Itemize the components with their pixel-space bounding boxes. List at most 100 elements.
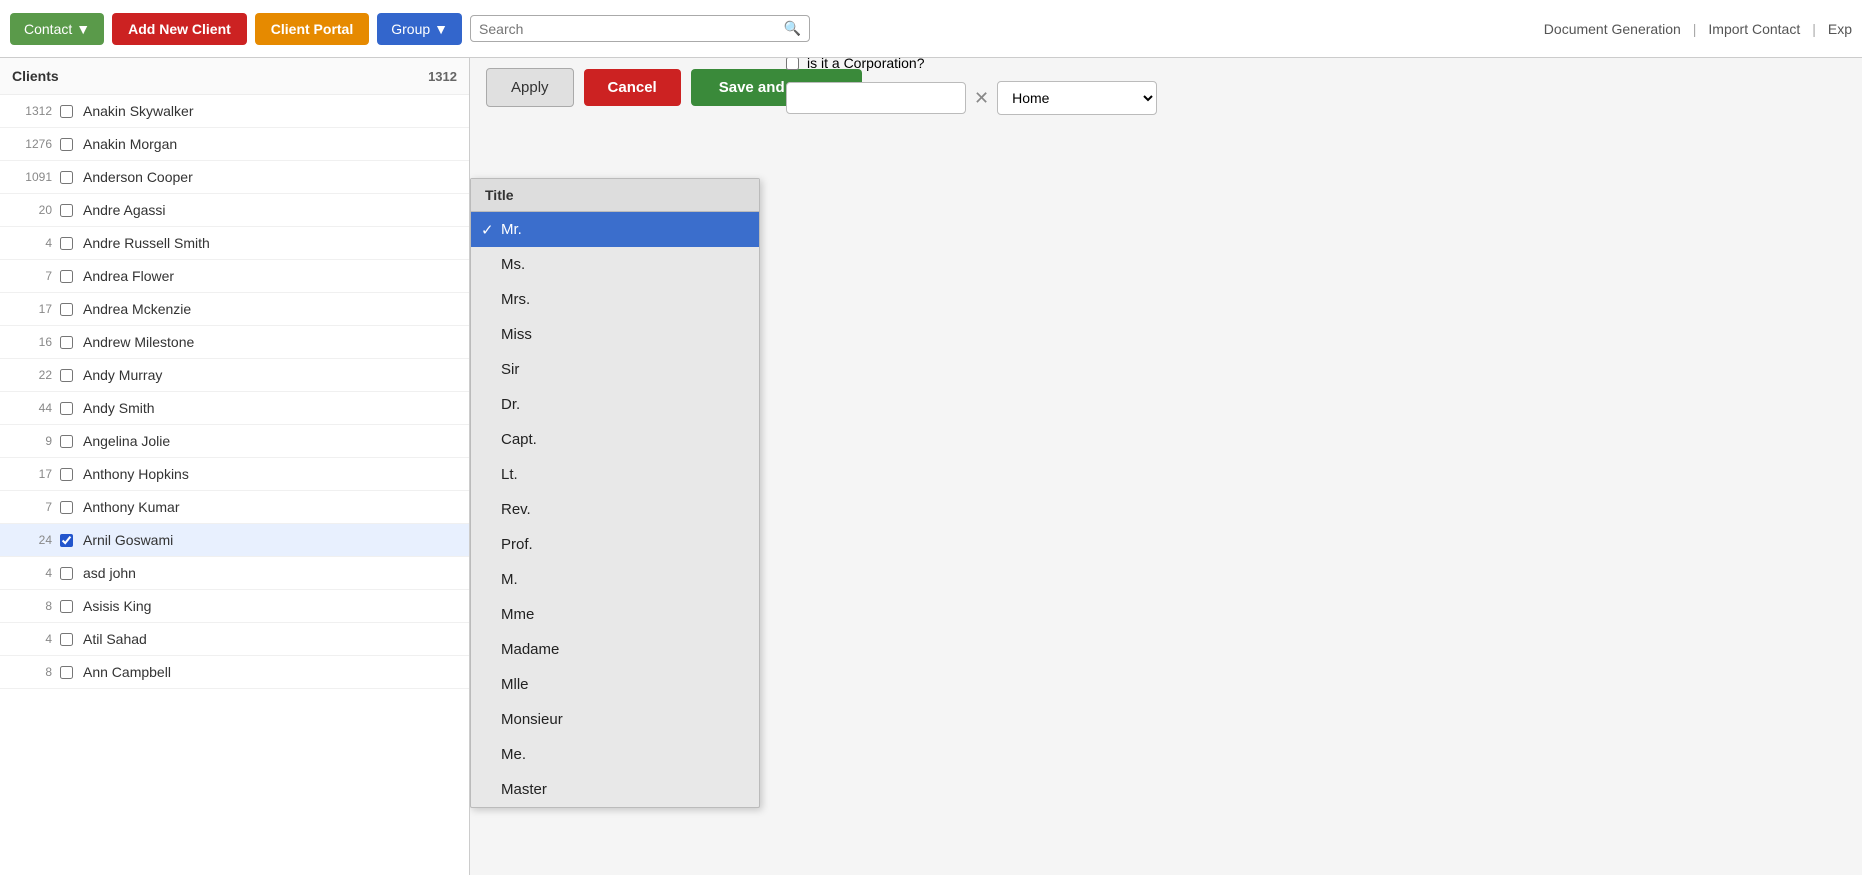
client-name: Andy Murray — [83, 367, 457, 383]
row-checkbox[interactable] — [60, 600, 73, 613]
title-option[interactable]: Mrs. — [471, 282, 759, 317]
row-number: 22 — [12, 368, 52, 382]
row-checkbox[interactable] — [60, 534, 73, 547]
client-list-count: 1312 — [428, 69, 457, 84]
title-dropdown-header: Title — [471, 179, 759, 212]
client-row[interactable]: 1091Anderson Cooper — [0, 161, 469, 194]
row-checkbox[interactable] — [60, 435, 73, 448]
client-list-title: Clients — [12, 68, 59, 84]
client-name: Andre Russell Smith — [83, 235, 457, 251]
client-row[interactable]: 4asd john — [0, 557, 469, 590]
corporation-label: is it a Corporation? — [807, 58, 925, 71]
client-name: Andre Agassi — [83, 202, 457, 218]
row-checkbox[interactable] — [60, 336, 73, 349]
name-section: Hide ▲ ✕ — [786, 58, 1846, 115]
row-number: 20 — [12, 203, 52, 217]
client-row[interactable]: 4 Andre Russell Smith — [0, 227, 469, 260]
row-checkbox[interactable] — [60, 402, 73, 415]
client-row[interactable]: 16Andrew Milestone — [0, 326, 469, 359]
apply-button[interactable]: Apply — [486, 68, 574, 107]
exp-button[interactable]: Exp — [1828, 21, 1852, 37]
search-input[interactable] — [479, 21, 778, 37]
client-row[interactable]: 9Angelina Jolie — [0, 425, 469, 458]
title-option[interactable]: Sir — [471, 352, 759, 387]
client-row[interactable]: 8Ann Campbell — [0, 656, 469, 689]
client-name: Andrea Mckenzie — [83, 301, 457, 317]
row-checkbox[interactable] — [60, 105, 73, 118]
import-contact-button[interactable]: Import Contact — [1708, 21, 1800, 37]
client-row[interactable]: 20 Andre Agassi — [0, 194, 469, 227]
client-row[interactable]: 1312Anakin Skywalker — [0, 95, 469, 128]
title-option[interactable]: Mr. — [471, 212, 759, 247]
title-option[interactable]: Dr. — [471, 387, 759, 422]
group-button[interactable]: Group ▼ — [377, 13, 462, 45]
client-row[interactable]: 17 Andrea Mckenzie — [0, 293, 469, 326]
row-checkbox[interactable] — [60, 204, 73, 217]
title-option[interactable]: Capt. — [471, 422, 759, 457]
title-option[interactable]: Mlle — [471, 667, 759, 702]
row-checkbox[interactable] — [60, 138, 73, 151]
title-option[interactable]: Prof. — [471, 527, 759, 562]
row-checkbox[interactable] — [60, 468, 73, 481]
client-name: Arnil Goswami — [83, 532, 457, 548]
corporation-row: is it a Corporation? — [786, 58, 1846, 71]
title-option[interactable]: Master — [471, 772, 759, 807]
doc-gen-button[interactable]: Document Generation — [1544, 21, 1681, 37]
client-row[interactable]: 7 Andrea Flower — [0, 260, 469, 293]
title-option[interactable]: Rev. — [471, 492, 759, 527]
title-option[interactable]: Lt. — [471, 457, 759, 492]
phone-type-select[interactable]: Home — [997, 81, 1157, 115]
row-number: 44 — [12, 401, 52, 415]
row-checkbox[interactable] — [60, 501, 73, 514]
row-checkbox[interactable] — [60, 369, 73, 382]
client-portal-button[interactable]: Client Portal — [255, 13, 369, 45]
phone-field[interactable] — [786, 82, 966, 114]
sep2: | — [1812, 21, 1816, 37]
title-option[interactable]: Mme — [471, 597, 759, 632]
row-checkbox[interactable] — [60, 237, 73, 250]
title-option[interactable]: Madame — [471, 632, 759, 667]
row-checkbox[interactable] — [60, 270, 73, 283]
title-option[interactable]: Ms. — [471, 247, 759, 282]
search-icon: 🔍 — [784, 20, 801, 37]
cancel-button[interactable]: Cancel — [584, 69, 681, 106]
row-number: 4 — [12, 236, 52, 250]
contact-button[interactable]: Contact ▼ — [10, 13, 104, 45]
client-row[interactable]: 1276Anakin Morgan — [0, 128, 469, 161]
contact-label: Contact — [24, 21, 72, 37]
client-row[interactable]: 24Arnil Goswami — [0, 524, 469, 557]
row-number: 7 — [12, 269, 52, 283]
row-checkbox[interactable] — [60, 666, 73, 679]
row-checkbox[interactable] — [60, 567, 73, 580]
corporation-checkbox[interactable] — [786, 58, 799, 70]
row-checkbox[interactable] — [60, 171, 73, 184]
title-dropdown[interactable]: Title Mr.Ms.Mrs.MissSirDr.Capt.Lt.Rev.Pr… — [470, 178, 760, 808]
client-row[interactable]: 8Asisis King — [0, 590, 469, 623]
row-number: 1312 — [12, 104, 52, 118]
add-new-client-button[interactable]: Add New Client — [112, 13, 247, 45]
title-option[interactable]: M. — [471, 562, 759, 597]
title-option[interactable]: Monsieur — [471, 702, 759, 737]
client-row[interactable]: 7Anthony Kumar — [0, 491, 469, 524]
phone-clear-button[interactable]: ✕ — [974, 88, 989, 109]
client-row[interactable]: 4Atil Sahad — [0, 623, 469, 656]
row-checkbox[interactable] — [60, 303, 73, 316]
row-number: 9 — [12, 434, 52, 448]
client-row[interactable]: 44Andy Smith — [0, 392, 469, 425]
row-checkbox[interactable] — [60, 633, 73, 646]
client-row[interactable]: 17Anthony Hopkins — [0, 458, 469, 491]
row-number: 8 — [12, 665, 52, 679]
toolbar-links: Document Generation | Import Contact | E… — [1544, 21, 1852, 37]
contact-chevron-icon: ▼ — [76, 21, 90, 37]
edit-panel: Apply Cancel Save and Matter Title Mr.Ms… — [470, 58, 1862, 875]
client-name: asd john — [83, 565, 457, 581]
phone-row: ✕ Home — [786, 81, 1846, 115]
title-option[interactable]: Miss — [471, 317, 759, 352]
group-label: Group — [391, 21, 430, 37]
title-option[interactable]: Me. — [471, 737, 759, 772]
client-name: Asisis King — [83, 598, 457, 614]
client-row[interactable]: 22 Andy Murray — [0, 359, 469, 392]
client-name: Andrea Flower — [83, 268, 457, 284]
client-name: Anthony Hopkins — [83, 466, 457, 482]
row-number: 17 — [12, 302, 52, 316]
